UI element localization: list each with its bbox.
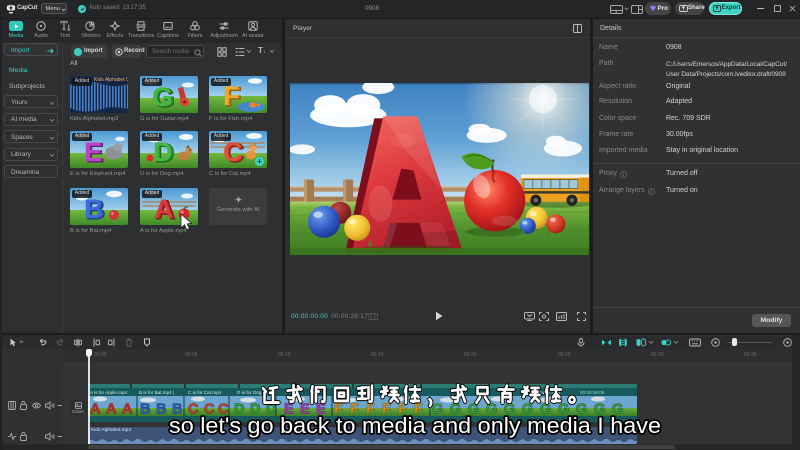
svg-text:F: F [223,81,240,111]
svg-text:C: C [223,137,243,167]
svg-text:G: G [152,82,173,112]
svg-text:E: E [84,137,102,167]
svg-text:B: B [84,194,104,224]
svg-text:D: D [153,137,173,167]
svg-text:A: A [154,194,174,224]
